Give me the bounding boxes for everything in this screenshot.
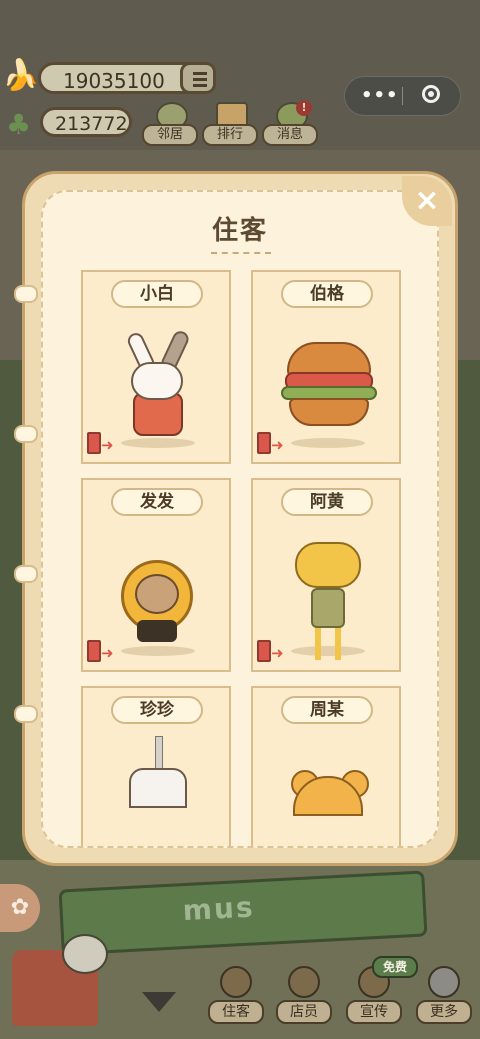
resident-card-zhoumou[interactable]: 周某 [251, 686, 401, 846]
message-badge: ! [296, 100, 312, 116]
resident-name: 伯格 [281, 280, 373, 308]
close-miniprogram-icon[interactable] [422, 85, 440, 103]
nav-ranking-button[interactable]: 排行 [202, 102, 258, 148]
resident-name: 发发 [111, 488, 203, 516]
resident-card-ahuang[interactable]: 阿黄 ➜ [251, 478, 401, 672]
menu-button[interactable] [180, 62, 216, 94]
more-icon [428, 966, 460, 998]
leaf-counter: 213772 [40, 107, 132, 137]
nav-neighbor-label: 邻居 [142, 124, 198, 146]
binder-ring [14, 565, 38, 583]
evict-icon[interactable]: ➜ [257, 640, 287, 664]
binder-ring [14, 705, 38, 723]
evict-icon[interactable]: ➜ [257, 432, 287, 456]
resident-name: 阿黄 [281, 488, 373, 516]
nav-more-button[interactable]: 更多 [416, 966, 472, 1026]
ticket-icon[interactable] [62, 934, 108, 974]
menu-icon [193, 72, 207, 75]
staff-icon [288, 966, 320, 998]
nav-staff-button[interactable]: 店员 [276, 966, 332, 1026]
nav-staff-label: 店员 [276, 1000, 332, 1024]
nav-residents-button[interactable]: 住客 [208, 966, 264, 1026]
nav-more-label: 更多 [416, 1000, 472, 1024]
bottle-character [129, 768, 187, 808]
title-divider [211, 252, 271, 254]
more-options-icon[interactable]: ••• [361, 85, 399, 106]
modal-title: 住客 [211, 216, 268, 246]
leaf-value: 213772 [55, 113, 128, 135]
nav-neighbor-button[interactable]: 邻居 [142, 102, 198, 148]
evict-icon[interactable]: ➜ [87, 432, 117, 456]
dog-character [295, 542, 361, 588]
clover-icon: ♣ [6, 108, 32, 141]
binder-ring [14, 285, 38, 303]
banana-icon: 🍌 [2, 58, 40, 93]
resident-card-bogge[interactable]: 伯格 ➜ [251, 270, 401, 464]
residents-panel[interactable]: 小白 ➜ 伯格 ➜ 发发 ➜ 阿黄 ➜ 珍珍 周某 [41, 190, 439, 848]
resident-card-xiaobai[interactable]: 小白 ➜ [81, 270, 231, 464]
nav-ranking-label: 排行 [202, 124, 258, 146]
evict-icon[interactable]: ➜ [87, 640, 117, 664]
resident-name: 珍珍 [111, 696, 203, 724]
nav-residents-label: 住客 [208, 1000, 264, 1024]
coin-value: 19035100 [63, 69, 165, 93]
resident-name: 小白 [111, 280, 203, 308]
chevron-down-icon[interactable] [142, 992, 176, 1012]
binder-ring [14, 425, 38, 443]
resident-icon [220, 966, 252, 998]
resident-card-fafa[interactable]: 发发 ➜ [81, 478, 231, 672]
miniprogram-capsule: ••• [344, 76, 461, 116]
free-badge: 免费 [372, 956, 418, 978]
rabbit-character [131, 362, 183, 400]
resident-name: 周某 [281, 696, 373, 724]
resident-card-zhenzhen[interactable]: 珍珍 [81, 686, 231, 846]
nav-promo-label: 宣传 [346, 1000, 402, 1024]
nav-message-label: 消息 [262, 124, 318, 146]
banner-text: mus [181, 890, 256, 928]
